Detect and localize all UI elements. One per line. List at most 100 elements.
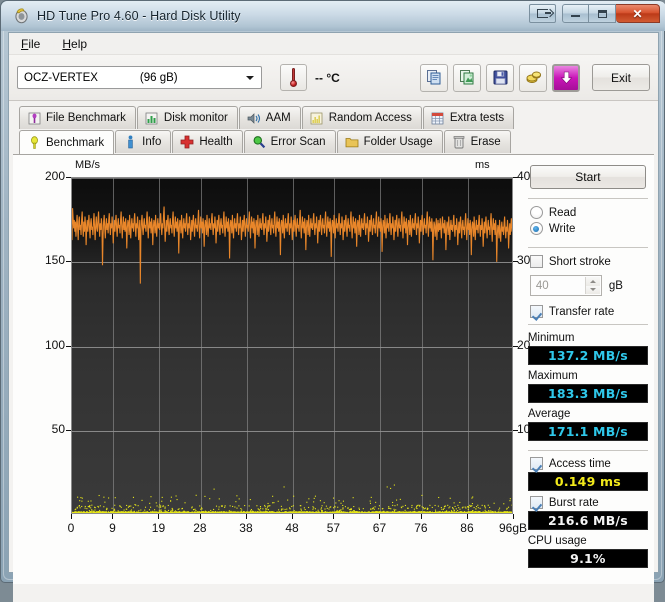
x-tick-57: 57 [327, 521, 340, 535]
transfer-rate-curve [72, 207, 512, 284]
tab-info[interactable]: Info [115, 130, 171, 153]
health-cross-icon [180, 135, 194, 149]
logout-icon[interactable] [529, 4, 556, 23]
checkbox-transfer-rate[interactable]: Transfer rate [522, 305, 654, 318]
download-icon[interactable] [552, 64, 580, 92]
tab-error-scan-label: Error Scan [271, 136, 326, 148]
x-tick-48: 48 [285, 521, 298, 535]
checkbox-burst-rate[interactable]: Burst rate [522, 496, 654, 509]
tab-aam[interactable]: AAM [239, 106, 301, 129]
save-icon[interactable] [486, 64, 514, 92]
magnifier-icon [252, 135, 266, 149]
maximize-button[interactable] [589, 4, 616, 23]
x-tickmark-96 [513, 514, 514, 519]
transfer-rate-label: Transfer rate [549, 306, 614, 318]
drive-select[interactable]: OCZ-VERTEX (96 gB) [17, 66, 262, 89]
menu-file[interactable]: File [21, 37, 40, 51]
title-bar: HD Tune Pro 4.60 - Hard Disk Utility ✕ [1, 1, 665, 31]
trash-icon [452, 135, 466, 149]
copy-image-icon[interactable] [453, 64, 481, 92]
minimize-button[interactable] [562, 4, 589, 23]
y-tick-left-50: 50 [13, 422, 65, 436]
tab-disk-monitor[interactable]: Disk monitor [137, 106, 238, 129]
benchmark-chart: MB/s ms 20015010050 40302010 09192838485… [13, 155, 520, 585]
short-stroke-label: Short stroke [549, 256, 611, 268]
radio-write-label: Write [549, 223, 576, 235]
toolbar-icons [420, 64, 580, 92]
tab-erase[interactable]: Erase [444, 130, 511, 153]
y-tick-right-10: 10 [517, 422, 557, 436]
radio-read-label: Read [549, 207, 577, 219]
benchmark-icon [27, 136, 41, 150]
close-button[interactable]: ✕ [616, 4, 660, 23]
y-axis-left-label: MB/s [75, 159, 100, 171]
checkbox-short-stroke[interactable]: Short stroke [522, 255, 654, 268]
burst-rate-checkbox[interactable] [530, 496, 543, 509]
x-tickmark-19 [158, 514, 159, 519]
drive-size: (96 gB) [140, 72, 178, 84]
stepper-buttons[interactable] [585, 277, 600, 294]
divider-1 [528, 198, 648, 199]
tab-benchmark-label: Benchmark [46, 137, 104, 149]
transfer-rate-checkbox[interactable] [530, 305, 543, 318]
tab-file-benchmark-label: File Benchmark [46, 112, 126, 124]
extra-tests-icon [431, 111, 445, 125]
checkbox-access-time[interactable]: Access time [522, 457, 654, 470]
radio-write[interactable]: Write [522, 222, 654, 235]
tab-folder-usage[interactable]: Folder Usage [337, 130, 443, 153]
stepper-down[interactable] [586, 286, 600, 295]
tab-folder-usage-label: Folder Usage [364, 136, 433, 148]
x-tick-96: 96gB [499, 521, 527, 535]
options-icon[interactable] [519, 64, 547, 92]
y-tick-left-200: 200 [13, 169, 65, 183]
divider-2 [528, 247, 648, 248]
tab-random-access-label: Random Access [329, 112, 412, 124]
drive-name: OCZ-VERTEX [24, 72, 98, 84]
stepper-up[interactable] [586, 277, 600, 286]
y-tickmark-right-10 [513, 430, 518, 431]
average-label: Average [522, 408, 654, 420]
title-row: HD Tune Pro 4.60 - Hard Disk Utility [13, 7, 241, 24]
x-tickmark-86 [467, 514, 468, 519]
x-tick-67: 67 [373, 521, 386, 535]
copy-text-icon[interactable] [420, 64, 448, 92]
thermometer-icon[interactable] [280, 64, 307, 91]
status-bar [13, 584, 654, 602]
exit-button[interactable]: Exit [592, 64, 650, 91]
menu-bar: File Help [9, 33, 658, 55]
tab-error-scan[interactable]: Error Scan [244, 130, 336, 153]
x-tick-0: 0 [68, 521, 75, 535]
x-tick-9: 9 [109, 521, 116, 535]
y-tickmark-right-30 [513, 261, 518, 262]
tab-extra-tests-label: Extra tests [450, 112, 504, 124]
radio-read-indicator[interactable] [530, 206, 543, 219]
menu-file-rest: ile [28, 37, 40, 51]
tab-benchmark[interactable]: Benchmark [19, 130, 114, 154]
maximum-value: 183.3 MB/s [528, 384, 648, 403]
tab-file-benchmark[interactable]: File Benchmark [19, 106, 136, 129]
tab-extra-tests[interactable]: Extra tests [423, 106, 514, 129]
tab-random-access[interactable]: Random Access [302, 106, 422, 129]
tab-disk-monitor-label: Disk monitor [164, 112, 228, 124]
cpu-usage-label: CPU usage [522, 535, 654, 547]
access-time-checkbox[interactable] [530, 457, 543, 470]
maximum-label: Maximum [522, 370, 654, 382]
x-tick-38: 38 [239, 521, 252, 535]
x-tick-86: 86 [460, 521, 473, 535]
tab-erase-label: Erase [471, 136, 501, 148]
window-title: HD Tune Pro 4.60 - Hard Disk Utility [37, 9, 241, 23]
short-stroke-checkbox[interactable] [530, 255, 543, 268]
short-stroke-stepper[interactable]: 40 [530, 275, 602, 296]
plot-area [71, 177, 513, 514]
chevron-down-icon[interactable] [242, 67, 257, 88]
radio-read[interactable]: Read [522, 206, 654, 219]
x-tickmark-28 [200, 514, 201, 519]
radio-write-indicator[interactable] [530, 222, 543, 235]
access-time-label: Access time [549, 458, 611, 470]
tab-row-primary: Benchmark Info [13, 130, 654, 154]
tab-health[interactable]: Health [172, 130, 242, 153]
menu-help[interactable]: Help [62, 37, 87, 51]
random-access-icon [310, 111, 324, 125]
y-tick-left-100: 100 [13, 338, 65, 352]
toolbar: OCZ-VERTEX (96 gB) -- °C [9, 55, 658, 101]
